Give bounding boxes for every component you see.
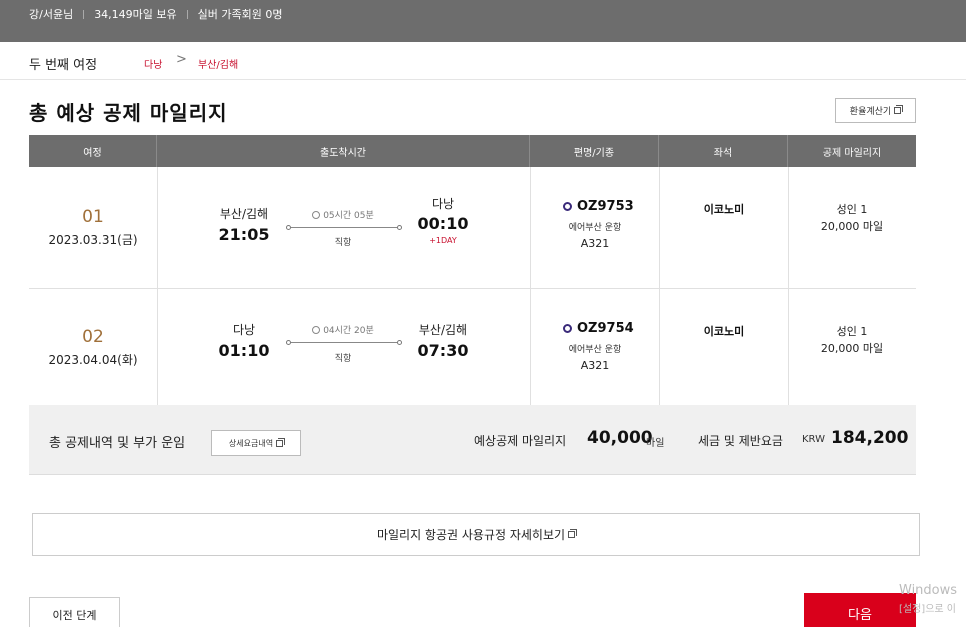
- airline-logo-icon: [563, 324, 572, 333]
- departure-city: 부산/김해: [219, 207, 269, 221]
- journey-origin: 다낭: [144, 60, 163, 71]
- stops-info: 직항: [334, 354, 352, 364]
- estimated-miles-unit: 마일: [646, 438, 665, 449]
- departure-city: 다낭: [232, 323, 256, 337]
- airline-logo-icon: [563, 202, 572, 211]
- chevron-right-icon: >: [176, 52, 187, 67]
- route-line: [291, 227, 397, 228]
- prev-step-button[interactable]: 이전 단계: [29, 597, 120, 627]
- divider: [157, 289, 158, 405]
- summary-bar: 총 공제내역 및 부가 운임 상세요금내역 예상공제 마일리지 40,000 마…: [29, 405, 916, 475]
- divider: [659, 167, 660, 288]
- header-seat: 좌석: [659, 135, 788, 167]
- fare-detail-button[interactable]: 상세요금내역: [211, 430, 301, 456]
- journey-bar: 두 번째 여정 다낭 > 부산/김해: [0, 42, 966, 80]
- miles-balance: 34,149마일 보유: [94, 8, 177, 21]
- operated-by: 에어부산 운항: [568, 345, 622, 355]
- estimated-miles-value: 40,000: [587, 428, 653, 448]
- header-flight: 편명/기종: [530, 135, 659, 167]
- table-header: 여정 출도착시간 편명/기종 좌석 공제 마일리지: [29, 135, 916, 167]
- flight-number: OZ9754: [563, 321, 634, 336]
- stops-info: 직항: [334, 238, 352, 248]
- journey-label: 두 번째 여정: [29, 58, 98, 73]
- external-link-icon: [276, 437, 286, 447]
- external-link-icon: [568, 529, 578, 538]
- route-dot: [397, 340, 402, 345]
- aircraft-type: A321: [580, 359, 610, 372]
- arrival-time: 00:10: [417, 214, 469, 233]
- aircraft-type: A321: [580, 237, 610, 250]
- user-name: 강/서윤님: [29, 8, 74, 21]
- divider: [659, 289, 660, 405]
- divider: [186, 9, 188, 19]
- clock-icon: [312, 211, 321, 219]
- tax-currency: KRW: [802, 434, 825, 445]
- top-bar: 강/서윤님 34,149마일 보유 실버 가족회원 0명: [0, 0, 966, 42]
- arrival-city: 다낭: [431, 197, 455, 211]
- mileage-rules-button[interactable]: 마일리지 항공권 사용규정 자세히보기: [32, 513, 920, 556]
- tax-value: 184,200: [831, 428, 909, 448]
- exchange-calculator-button[interactable]: 환율계산기: [835, 98, 916, 123]
- header-miles: 공제 마일리지: [822, 147, 882, 159]
- departure-time: 21:05: [218, 225, 270, 244]
- cabin-class: 이코노미: [703, 203, 745, 216]
- flight-number-text: OZ9754: [577, 321, 634, 336]
- divider: [83, 9, 85, 19]
- clock-icon: [312, 326, 321, 334]
- operated-by: 에어부산 운항: [568, 223, 622, 233]
- route-dot: [397, 225, 402, 230]
- estimated-miles-label: 예상공제 마일리지: [474, 434, 567, 448]
- passenger-count: 성인 1: [836, 203, 868, 216]
- header-segment: 여정: [29, 135, 157, 167]
- page-title: 총 예상 공제 마일리지: [29, 101, 228, 125]
- segment-number: 02: [82, 327, 104, 347]
- flight-duration: 04시간 20분: [283, 323, 403, 336]
- table-row: 02 2023.04.04(화) 다낭 01:10 04시간 20분 직항 부산…: [29, 289, 916, 405]
- cabin-class: 이코노미: [703, 325, 745, 338]
- arrival-city: 부산/김해: [418, 323, 468, 337]
- duration-text: 05시간 05분: [323, 211, 374, 221]
- windows-activation-watermark: Windows: [899, 583, 958, 598]
- member-tier: 실버 가족회원 0명: [197, 8, 283, 21]
- table-row: 01 2023.03.31(금) 부산/김해 21:05 05시간 05분 직항…: [29, 167, 916, 289]
- segment-number: 01: [82, 207, 104, 227]
- calc-button-label: 환율계산기: [849, 107, 892, 117]
- segment-date: 2023.04.04(화): [48, 353, 138, 367]
- rules-button-label: 마일리지 항공권 사용규정 자세히보기: [376, 528, 566, 542]
- summary-label: 총 공제내역 및 부가 운임: [49, 436, 186, 451]
- flight-duration: 05시간 05분: [283, 208, 403, 221]
- route-line: [291, 342, 397, 343]
- journey-destination: 부산/김해: [198, 60, 239, 71]
- departure-time: 01:10: [218, 341, 270, 360]
- segment-miles: 20,000 마일: [820, 220, 884, 233]
- header-times: 출도착시간: [157, 135, 530, 167]
- flight-number: OZ9753: [563, 199, 634, 214]
- next-day-badge: +1DAY: [429, 236, 457, 245]
- segment-date: 2023.03.31(금): [48, 233, 138, 247]
- tax-label: 세금 및 제반요금: [698, 434, 783, 448]
- duration-text: 04시간 20분: [323, 326, 374, 336]
- divider: [157, 167, 158, 288]
- flight-number-text: OZ9753: [577, 199, 634, 214]
- segment-miles: 20,000 마일: [820, 342, 884, 355]
- external-link-icon: [894, 105, 904, 114]
- passenger-count: 성인 1: [836, 325, 868, 338]
- arrival-time: 07:30: [417, 341, 469, 360]
- windows-activation-watermark-sub: [설정]으로 이: [899, 604, 956, 615]
- detail-button-label: 상세요금내역: [228, 438, 274, 448]
